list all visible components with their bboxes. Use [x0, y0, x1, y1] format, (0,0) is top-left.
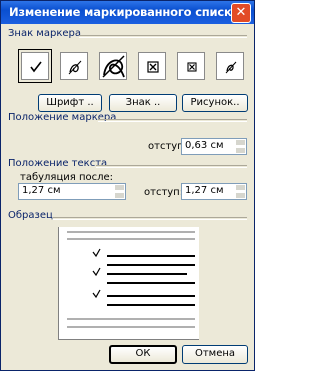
- font-button[interactable]: Шрифт ..: [38, 94, 102, 112]
- sample-preview: [58, 227, 199, 340]
- text-indent-spinner[interactable]: 1,27 см: [181, 183, 247, 200]
- sample-preview-graphic: [67, 231, 195, 328]
- spinner-arrows[interactable]: [114, 184, 125, 199]
- marker-option-2[interactable]: [60, 52, 88, 80]
- marker-option-5[interactable]: [177, 52, 205, 80]
- boxed-x-small-icon: [187, 62, 197, 72]
- large-script-bullet-icon: [102, 55, 125, 78]
- separator: [53, 217, 247, 220]
- dialog-title: Изменение маркированного списка: [9, 5, 240, 19]
- cancel-button[interactable]: Отмена: [182, 345, 248, 364]
- tab-after-label: табуляция после:: [20, 172, 114, 183]
- spin-up-icon[interactable]: [235, 139, 246, 146]
- check-mark-icon: [30, 61, 42, 73]
- spinner-arrows[interactable]: [235, 139, 246, 154]
- stylized-bullet-small-icon: [225, 61, 237, 74]
- picture-button[interactable]: Рисунок..: [182, 94, 248, 112]
- marker-option-6[interactable]: [216, 52, 244, 80]
- marker-indent-value: 0,63 см: [185, 140, 224, 151]
- spin-down-icon[interactable]: [235, 192, 246, 199]
- tab-after-spinner[interactable]: 1,27 см: [18, 183, 126, 200]
- separator: [79, 35, 247, 38]
- text-indent-label: отступ:: [144, 187, 184, 198]
- dialog-window: Изменение маркированного списка ✕ Знак м…: [0, 0, 255, 371]
- spin-down-icon[interactable]: [235, 147, 246, 154]
- sample-label: Образец: [8, 210, 53, 221]
- marker-indent-spinner[interactable]: 0,63 см: [181, 138, 247, 155]
- close-button[interactable]: ✕: [231, 3, 251, 23]
- separator: [98, 119, 247, 122]
- bullet-section-label: Знак маркера: [8, 28, 81, 39]
- ok-button[interactable]: ОК: [109, 345, 177, 364]
- spinner-arrows[interactable]: [235, 184, 246, 199]
- spin-up-icon[interactable]: [235, 184, 246, 191]
- stylized-bullet-icon: [68, 60, 82, 75]
- spin-down-icon[interactable]: [114, 192, 125, 199]
- boxed-x-icon: [147, 61, 159, 73]
- marker-option-1[interactable]: [18, 49, 52, 83]
- separator: [96, 165, 247, 168]
- text-position-label: Положение текста: [8, 158, 108, 169]
- spin-up-icon[interactable]: [114, 184, 125, 191]
- title-bar[interactable]: Изменение маркированного списка ✕: [1, 1, 254, 24]
- marker-option-3[interactable]: [99, 52, 127, 80]
- symbol-button[interactable]: Знак ..: [109, 94, 177, 112]
- tab-after-value: 1,27 см: [22, 185, 61, 196]
- text-indent-value: 1,27 см: [185, 185, 224, 196]
- marker-option-4[interactable]: [138, 52, 166, 80]
